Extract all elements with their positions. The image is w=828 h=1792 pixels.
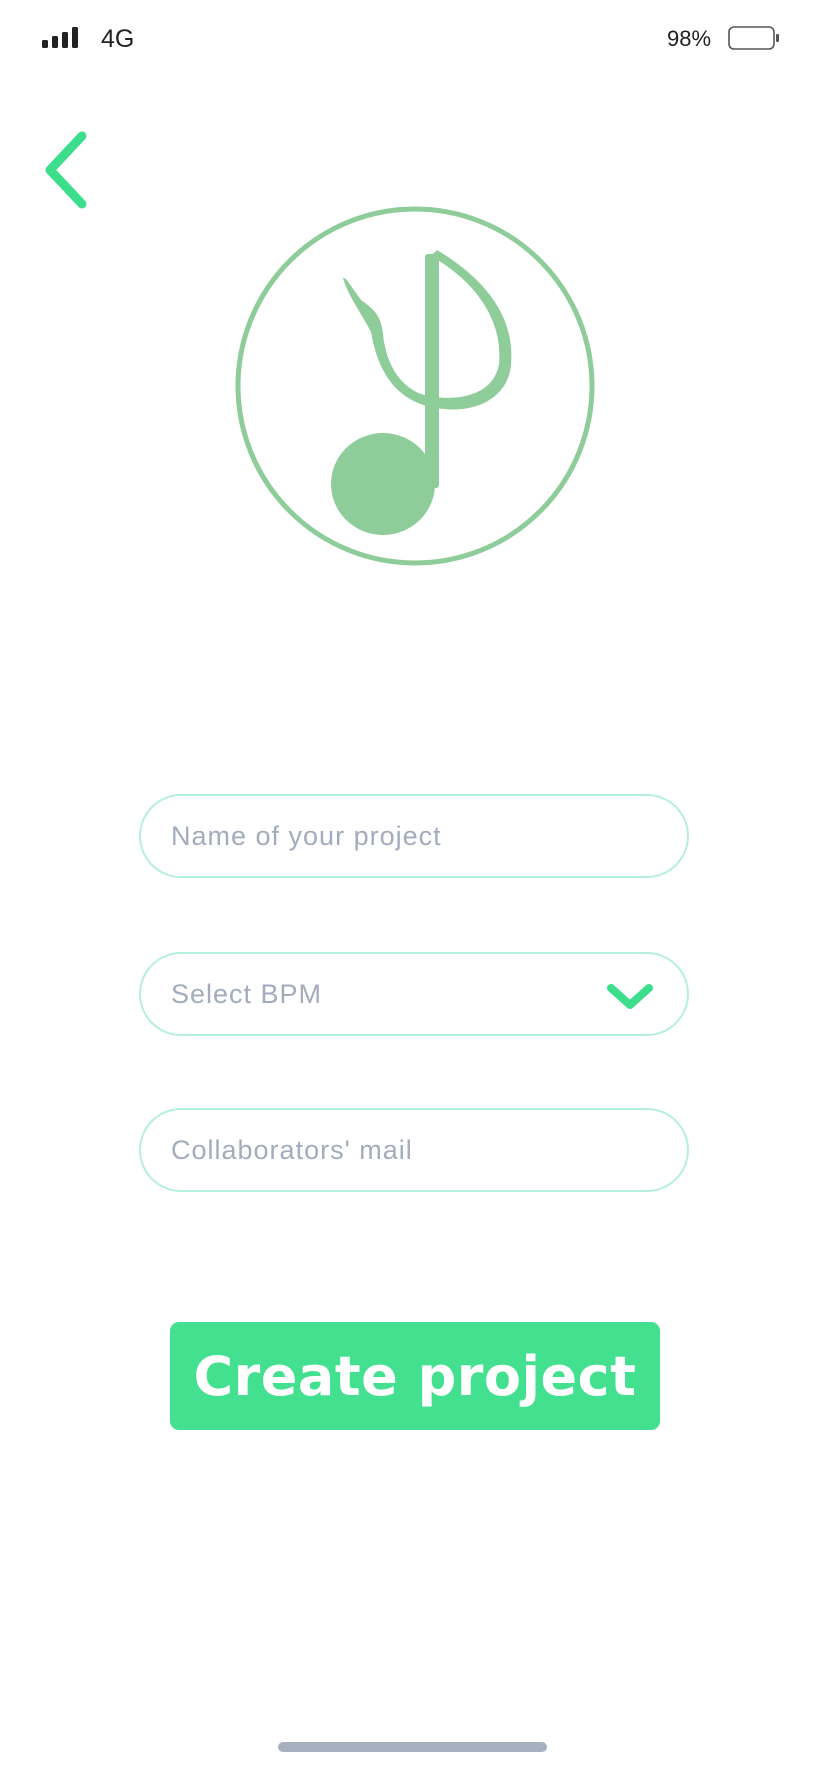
project-name-field[interactable] [139,794,689,878]
battery-icon [728,26,779,50]
signal-bars-icon [42,27,78,48]
bpm-select-label: Select BPM [171,979,323,1009]
collaborators-mail-input[interactable] [171,1110,661,1190]
collaborators-mail-field[interactable] [139,1108,689,1192]
bpm-select[interactable]: Select BPM [139,952,689,1036]
project-name-input[interactable] [171,796,661,876]
home-indicator[interactable] [278,1742,547,1752]
status-bar: 4G 98% [0,0,828,80]
chevron-left-icon [45,131,87,209]
battery-percentage: 98% [667,26,712,51]
create-project-label: Create project [193,1344,637,1408]
chevron-down-icon [607,984,653,1009]
create-project-button[interactable]: Create project [170,1322,660,1430]
back-button[interactable] [40,128,96,212]
music-note-icon [235,206,595,566]
network-type: 4G [101,25,135,53]
